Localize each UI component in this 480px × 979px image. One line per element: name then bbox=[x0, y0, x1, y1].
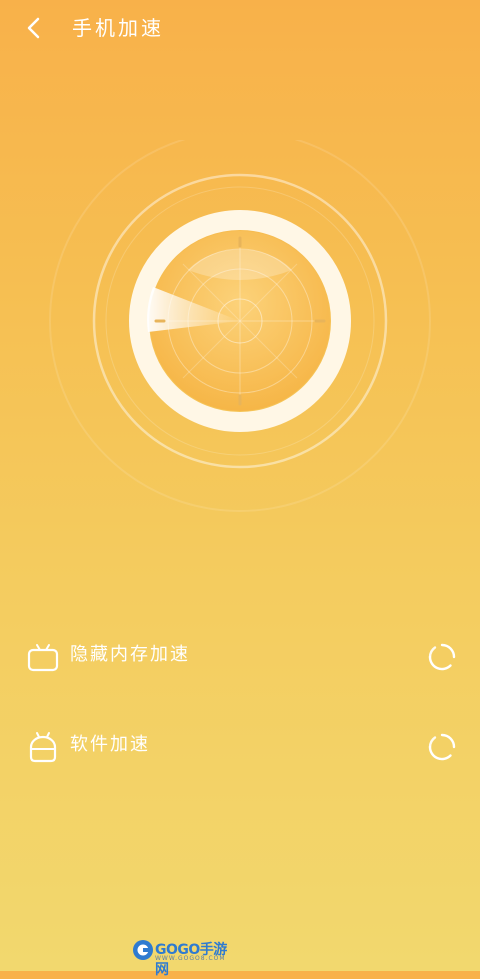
watermark-url: WWW.GOGO8.COM bbox=[155, 955, 226, 962]
tv-icon bbox=[27, 644, 59, 672]
list-item-app-speedup[interactable]: 软件加速 bbox=[0, 721, 480, 771]
list-item-hidden-memory[interactable]: 隐藏内存加速 bbox=[0, 631, 480, 681]
loading-spinner-icon bbox=[428, 733, 456, 761]
watermark-logo: GOGO手游网 WWW.GOGO8.COM bbox=[131, 938, 231, 978]
list-item-label: 软件加速 bbox=[70, 734, 150, 755]
loading-spinner-icon bbox=[428, 643, 456, 671]
header-bar: 手机加速 bbox=[0, 0, 480, 56]
list-item-label: 隐藏内存加速 bbox=[70, 644, 190, 665]
gogo-logo-icon bbox=[133, 940, 153, 960]
chevron-left-icon bbox=[27, 17, 40, 39]
back-button[interactable] bbox=[18, 12, 50, 44]
android-icon bbox=[29, 732, 57, 763]
page-title: 手机加速 bbox=[72, 16, 164, 40]
radar-graphic bbox=[49, 130, 431, 512]
speed-radar bbox=[0, 130, 480, 520]
